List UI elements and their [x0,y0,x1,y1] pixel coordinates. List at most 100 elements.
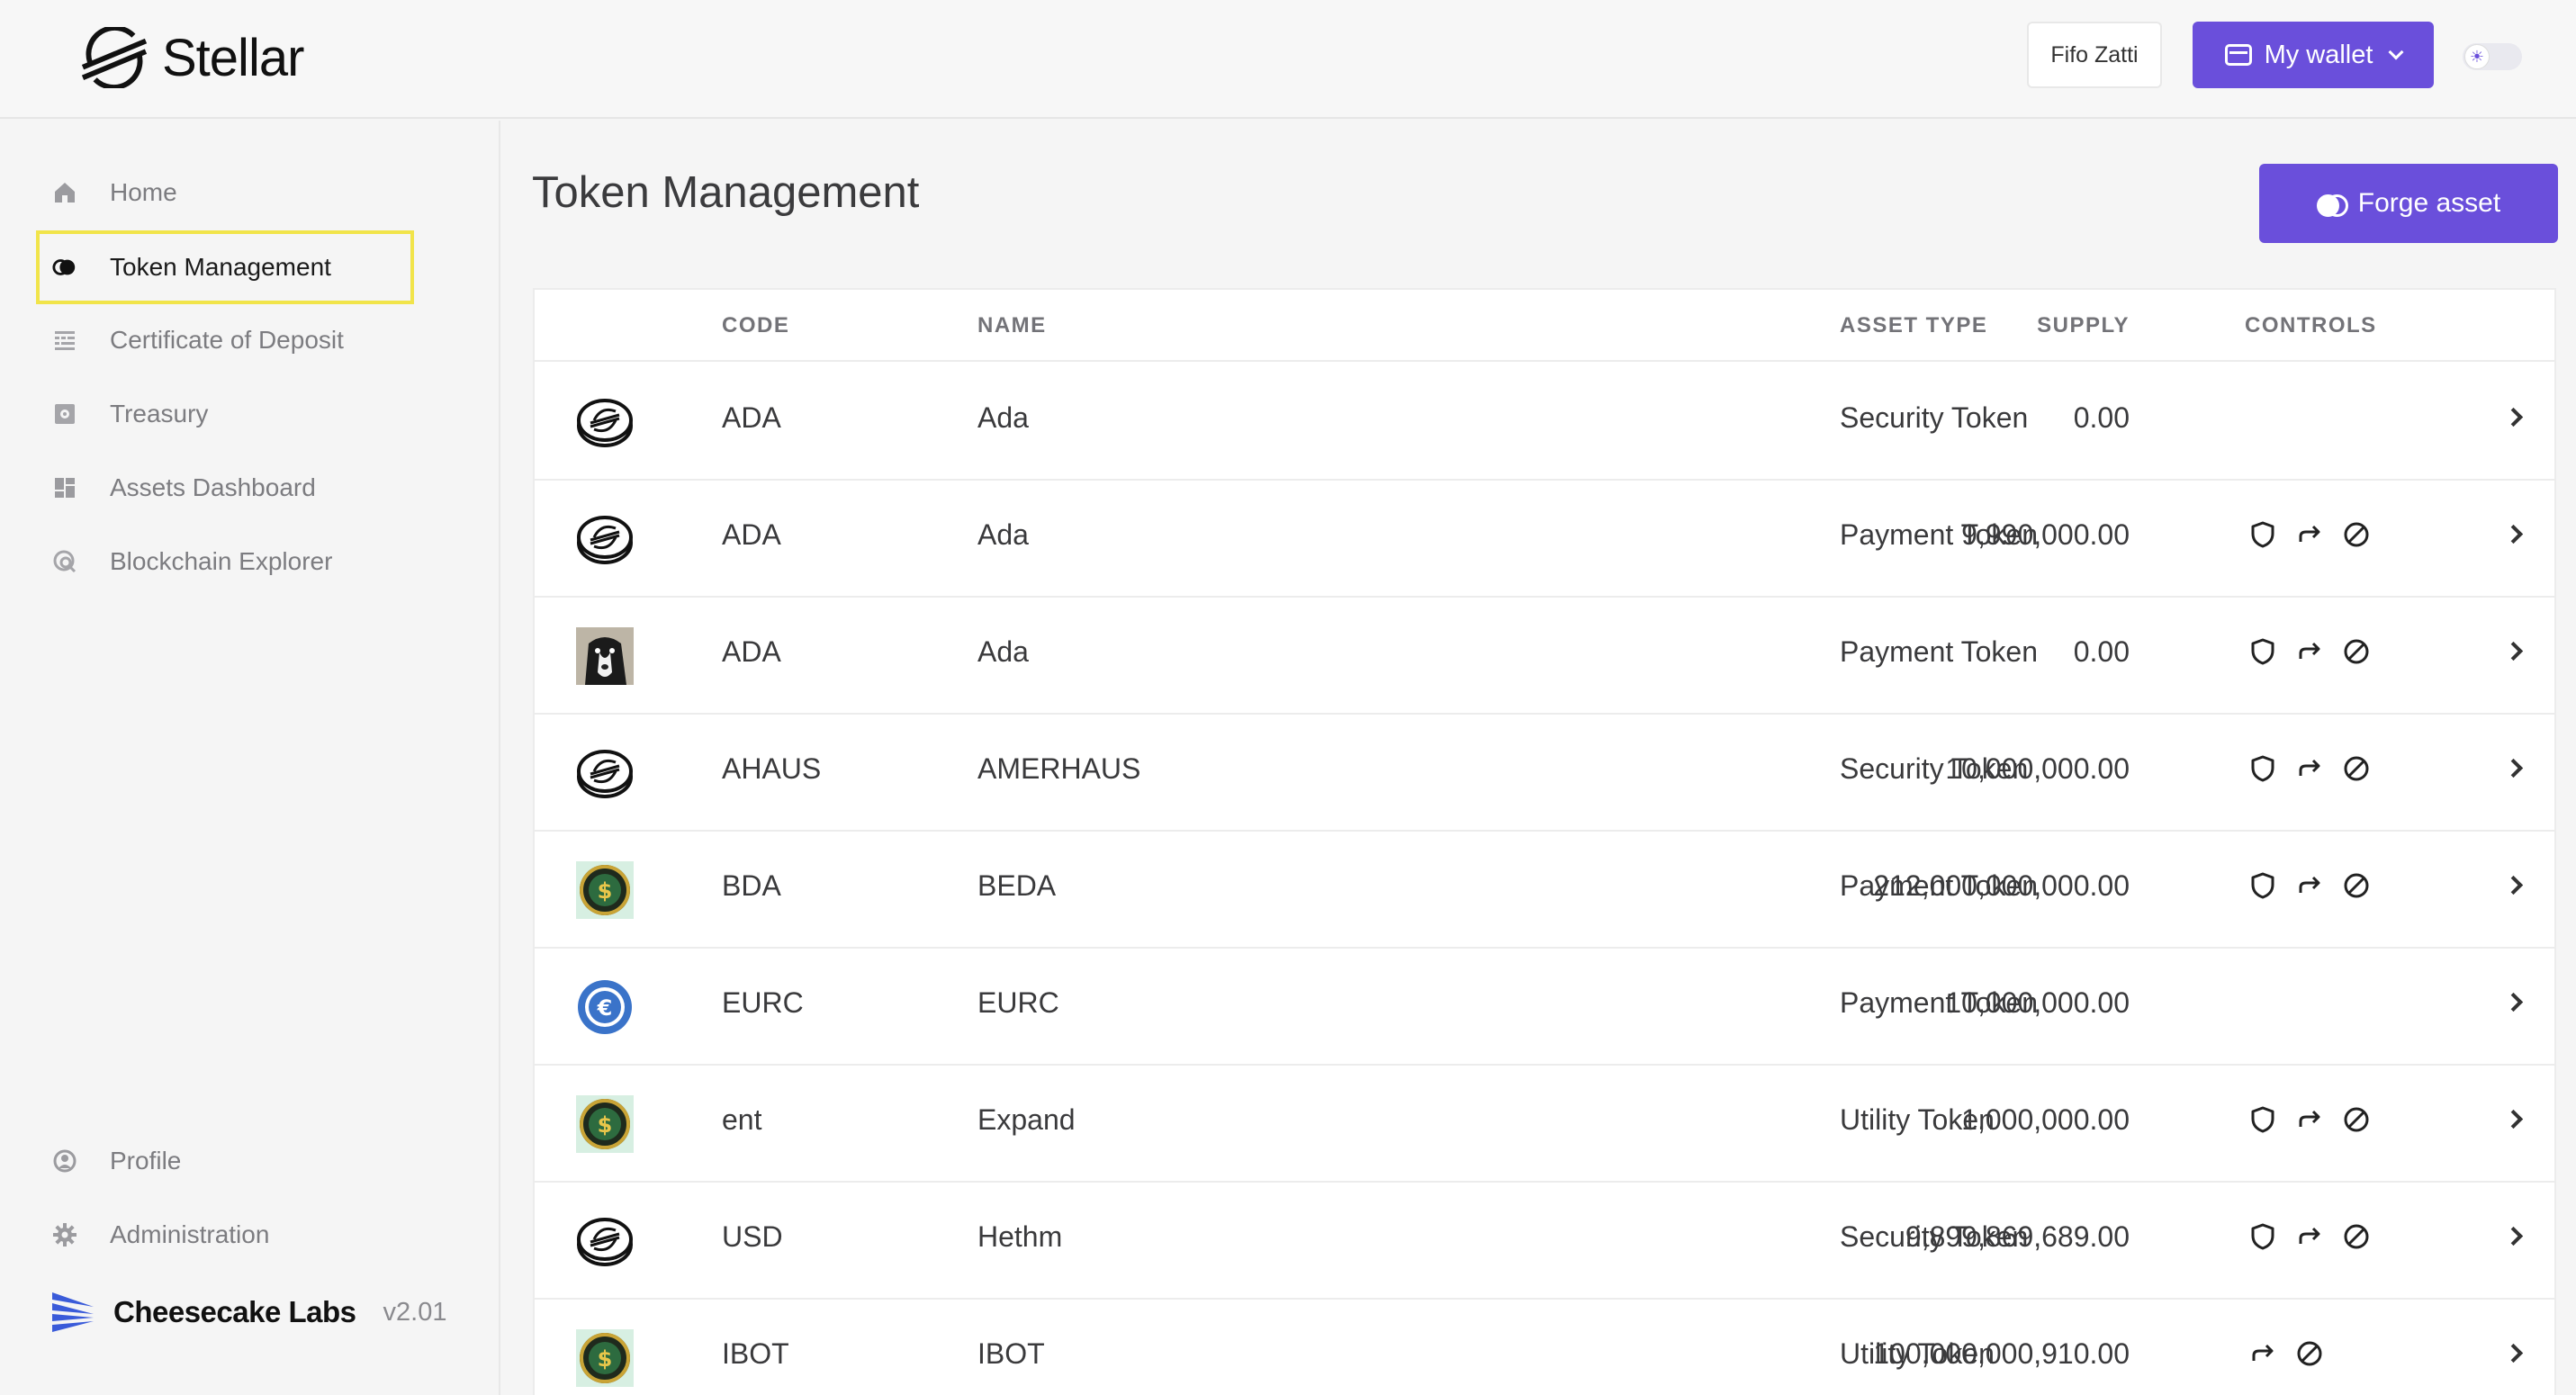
token-asset-type: Security Token [1840,1220,2029,1253]
block-icon[interactable] [2342,1222,2371,1256]
table-row[interactable]: $ BDA BEDA 212,000,000,000.00 Payment Token [535,832,2554,949]
dollar-coin-icon: $ [576,1329,634,1387]
shield-icon[interactable] [2248,520,2277,554]
token-name: Expand [977,1103,1076,1136]
user-circle-icon [52,1148,77,1174]
block-icon[interactable] [2295,1339,2324,1372]
row-controls [2248,1222,2371,1256]
column-header-code[interactable]: CODE [722,313,789,338]
block-icon[interactable] [2342,637,2371,670]
table-row[interactable]: ADA Ada 0.00 Payment Token [535,598,2554,715]
dollar-coin-icon: $ [576,861,634,919]
chevron-right-icon[interactable] [2503,758,2524,778]
euro-coin-icon: € [576,978,634,1036]
column-header-asset-type[interactable]: ASSET TYPE [1840,313,1987,338]
shield-icon[interactable] [2248,754,2277,788]
token-code: BDA [722,869,781,902]
token-code: AHAUS [722,752,822,785]
vault-icon [52,401,77,427]
block-icon[interactable] [2342,1105,2371,1138]
chevron-right-icon[interactable] [2503,992,2524,1012]
sidebar-item-certificate-of-deposit[interactable]: Certificate of Deposit [36,304,414,376]
token-name: IBOT [977,1337,1045,1370]
row-controls [2248,520,2371,554]
token-icon [52,255,77,280]
shield-icon[interactable] [2248,871,2277,904]
chevron-right-icon[interactable] [2503,407,2524,428]
stellar-coin-icon [576,510,634,568]
table-row[interactable]: $ IBOT IBOT 100,000,000,910.00 Utility Token [535,1300,2554,1395]
table-row[interactable]: ADA Ada 9,990,000.00 Payment Token [535,481,2554,598]
stellar-coin-icon [576,1212,634,1270]
user-name-chip[interactable]: Fifo Zatti [2027,22,2162,88]
sidebar-item-token-management[interactable]: Token Management [36,230,414,304]
brand-footer: Cheesecake Labs v2.01 [50,1291,446,1334]
cheesecake-labs-logo-icon [52,1292,94,1332]
table-row[interactable]: USD Hethm 9,899,869,689.00 Security Token [535,1183,2554,1300]
sidebar-item-label: Administration [110,1220,270,1248]
sidebar-item-blockchain-explorer[interactable]: Blockchain Explorer [36,526,414,598]
token-code: ADA [722,635,781,668]
shield-icon[interactable] [2248,637,2277,670]
my-wallet-button[interactable]: My wallet [2193,22,2434,88]
dashboard-icon [52,475,77,500]
table-row[interactable]: $ ent Expand 1,000,000.00 Utility Token [535,1066,2554,1183]
token-name: Ada [977,518,1029,551]
top-bar: Stellar Fifo Zatti My wallet ☀ [0,0,2576,119]
sidebar-item-label: Treasury [110,400,209,428]
token-asset-type: Payment Token [1840,869,2038,902]
logo-text: Stellar [162,28,304,87]
sidebar-item-administration[interactable]: Administration [36,1199,414,1271]
stellar-coin-icon [576,393,634,451]
chevron-right-icon[interactable] [2503,875,2524,896]
chevron-right-icon[interactable] [2503,1343,2524,1364]
sidebar-item-treasury[interactable]: Treasury [36,378,414,450]
transfer-icon[interactable] [2295,754,2324,788]
theme-toggle[interactable]: ☀ [2463,43,2522,70]
transfer-icon[interactable] [2295,1222,2324,1256]
transfer-icon[interactable] [2248,1339,2277,1372]
token-asset-type: Utility Token [1840,1103,1995,1136]
table-row[interactable]: € EURC EURC 10,000,000.00 Payment Token [535,949,2554,1066]
chevron-right-icon[interactable] [2503,1109,2524,1130]
token-name: BEDA [977,869,1057,902]
transfer-icon[interactable] [2295,520,2324,554]
transfer-icon[interactable] [2295,1105,2324,1138]
stellar-logo[interactable]: Stellar [79,25,304,90]
sidebar-item-home[interactable]: Home [36,157,414,229]
table-row[interactable]: AHAUS AMERHAUS 10,000,000.00 Security Token [535,715,2554,832]
shield-icon[interactable] [2248,1222,2277,1256]
block-icon[interactable] [2342,520,2371,554]
forge-asset-label: Forge asset [2357,188,2501,218]
table-row[interactable]: ADA Ada 0.00 Security Token [535,364,2554,481]
chevron-right-icon[interactable] [2503,641,2524,662]
token-asset-type: Payment Token [1840,635,2038,668]
block-icon[interactable] [2342,871,2371,904]
certificate-icon [52,328,77,353]
token-asset-type: Security Token [1840,401,2029,434]
sidebar-item-profile[interactable]: Profile [36,1125,414,1197]
sidebar: Home Token Management Certificate of Dep… [0,121,500,1395]
row-controls [2248,1105,2371,1138]
stellar-logo-icon [81,27,148,88]
shield-icon[interactable] [2248,1105,2277,1138]
token-name: EURC [977,986,1059,1019]
column-header-name[interactable]: NAME [977,313,1047,338]
transfer-icon[interactable] [2295,871,2324,904]
sidebar-item-assets-dashboard[interactable]: Assets Dashboard [36,452,414,524]
transfer-icon[interactable] [2295,637,2324,670]
sidebar-item-label: Assets Dashboard [110,473,316,501]
token-name: Hethm [977,1220,1063,1253]
row-controls [2248,637,2371,670]
chevron-right-icon[interactable] [2503,524,2524,544]
block-icon[interactable] [2342,754,2371,788]
gear-icon [52,1222,77,1247]
token-asset-type: Payment Token [1840,986,2038,1019]
svg-text:€: € [597,995,613,1021]
brand-name: Cheesecake Labs [113,1295,356,1328]
svg-text:$: $ [598,1112,613,1138]
dog-photo-icon [576,627,634,685]
forge-asset-button[interactable]: Forge asset [2259,164,2558,243]
chevron-right-icon[interactable] [2503,1226,2524,1246]
wallet-icon [2224,44,2252,66]
